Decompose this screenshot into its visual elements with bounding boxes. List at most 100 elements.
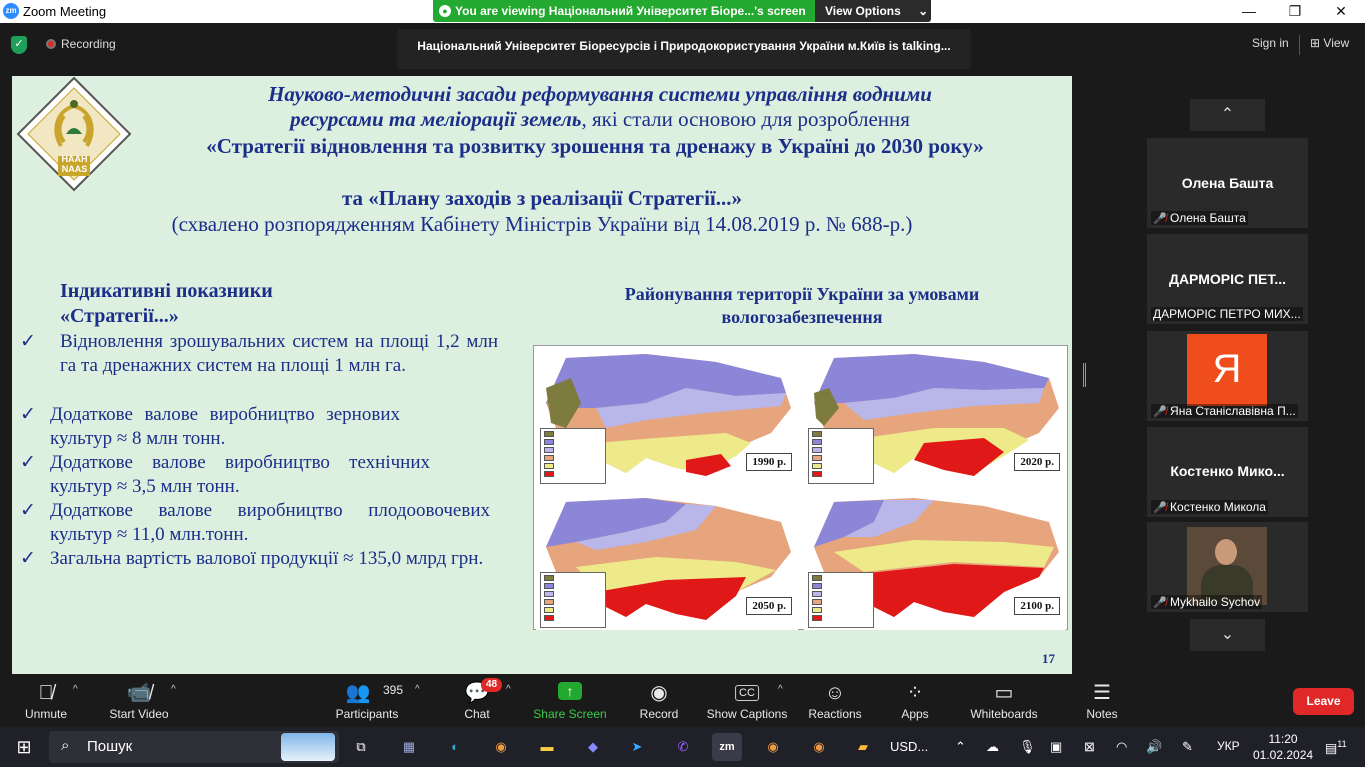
wifi-icon[interactable]: ◠ (1116, 739, 1127, 755)
onedrive-icon[interactable]: ☁ (986, 739, 999, 755)
participant-tile[interactable]: Олена Башта 🎤̸ Олена Башта (1147, 138, 1308, 228)
apps-button[interactable]: ⁘ Apps (895, 674, 935, 727)
pen-icon[interactable]: ✎ (1182, 739, 1193, 755)
title-line-1: Науково-методичні засади реформування си… (268, 82, 932, 106)
record-label: Record (639, 707, 679, 721)
map-2100: 2100 р. (804, 492, 1066, 630)
participant-name: Яна Станіславівна П... (1170, 404, 1296, 418)
chrome-profile-2-icon[interactable]: ◉ (804, 733, 834, 761)
notes-button[interactable]: ☰ Notes (1082, 674, 1122, 727)
bullet-item: ✓ Додаткове валове виробництво плодоовоче… (20, 499, 500, 547)
edge-icon[interactable]: ◐ (440, 733, 470, 761)
task-view-icon[interactable]: ⧉ (346, 733, 376, 761)
meeting-controls: 🎙̸ Unmute ^ 📹̸ Start Video ^ 👥 Participants… (0, 674, 1365, 727)
participants-options-caret[interactable]: ^ (415, 684, 420, 695)
zoom-taskbar-icon[interactable]: zm (712, 733, 742, 761)
mic-muted-icon: 🎤̸ (1153, 213, 1167, 225)
grid-icon: ⊞ (1310, 36, 1321, 50)
screen-share-tray-icon[interactable]: ▣ (1050, 739, 1062, 755)
close-button[interactable]: ✕ (1318, 0, 1364, 23)
chrome-icon[interactable]: ◉ (486, 733, 516, 761)
chevron-down-icon: ⌄ (918, 4, 929, 18)
participant-tile[interactable]: 🎤̸ Mykhailo Sychov (1147, 522, 1308, 612)
unmute-button[interactable]: 🎙̸ Unmute (18, 674, 74, 727)
reactions-button[interactable]: ☺ Reactions (806, 674, 864, 727)
map-legend (540, 572, 606, 628)
year-label: 1990 р. (746, 453, 792, 471)
maximize-button[interactable]: ❐ (1272, 0, 1318, 23)
chat-options-caret[interactable]: ^ (506, 684, 511, 695)
indicators-heading-text: Індикативні показники «Стратегії...» (60, 280, 273, 327)
chrome-profile-icon[interactable]: ◉ (758, 733, 788, 761)
window-title: Zoom Meeting (23, 4, 107, 19)
participant-tile[interactable]: Костенко Мико... 🎤̸ Костенко Микола (1147, 427, 1308, 517)
checkmark-icon: ✓ (20, 548, 36, 569)
tray-app-icon[interactable]: ⊠ (1084, 739, 1095, 755)
clock[interactable]: 11:20 01.02.2024 (1253, 731, 1313, 763)
unmute-label: Unmute (24, 707, 68, 721)
panel-resize-handle[interactable] (1083, 363, 1086, 387)
minimize-button[interactable]: — (1226, 0, 1272, 23)
participant-tile[interactable]: ДАРМОРІС ПЕТ... ДАРМОРІС ПЕТРО МИХ... (1147, 234, 1308, 324)
mic-muted-icon: 🎤̸ (1153, 502, 1167, 514)
recording-indicator[interactable]: Recording (46, 37, 116, 51)
time: 11:20 (1268, 732, 1298, 746)
checkmark-icon: ✓ (20, 500, 36, 521)
microphone-icon[interactable]: 🎙 (1019, 739, 1036, 755)
share-screen-icon: ↑ (558, 682, 582, 700)
participant-tile[interactable]: Я 🎤̸ Яна Станіславівна П... (1147, 331, 1308, 421)
language-indicator[interactable]: УКР (1217, 739, 1240, 753)
sign-in-link[interactable]: Sign in (1252, 36, 1289, 50)
chat-label: Chat (464, 707, 490, 721)
naas-logo-icon (16, 76, 132, 192)
checkmark-icon: ✓ (20, 404, 36, 425)
share-screen-button[interactable]: ↑ Share Screen (532, 674, 608, 727)
year-label: 2100 р. (1014, 597, 1060, 615)
video-options-caret[interactable]: ^ (171, 684, 176, 695)
participant-name: Костенко Микола (1170, 500, 1266, 514)
page-number: 17 (1042, 651, 1055, 666)
telegram-icon[interactable]: ➤ (622, 733, 652, 761)
scroll-down-button[interactable]: ⌄ (1190, 619, 1265, 651)
bullet-item: ✓ Додаткове валове виробництво зернових к… (20, 403, 500, 451)
avatar: Я (1187, 334, 1267, 406)
chevron-down-icon: ⌄ (1220, 626, 1235, 643)
chevron-up-icon: ⌃ (1220, 106, 1235, 123)
participant-label: 🎤̸ Олена Башта (1151, 211, 1248, 225)
screen-share-banner: ● You are viewing Національний Університ… (433, 0, 931, 22)
share-screen-label: Share Screen (533, 707, 607, 721)
participant-label: 🎤̸ Костенко Микола (1151, 500, 1268, 514)
scroll-up-button[interactable]: ⌃ (1190, 99, 1265, 131)
title-line-2a: ресурсами та меліорації земель (290, 107, 582, 131)
view-button[interactable]: ⊞ View (1310, 36, 1349, 50)
view-options-label: View Options (825, 4, 901, 18)
participant-label: 🎤̸ Яна Станіславівна П... (1151, 404, 1298, 418)
file-explorer-icon[interactable]: ▬ (532, 733, 562, 761)
stock-ticker[interactable]: USD... (890, 739, 928, 754)
view-options-button[interactable]: View Options ⌄ (815, 0, 931, 22)
mic-muted-icon: 🎤̸ (1153, 406, 1167, 418)
show-hidden-icons[interactable]: ⌃ (955, 739, 966, 755)
show-captions-button[interactable]: CC Show Captions (704, 674, 790, 727)
participant-display-name: Олена Башта (1181, 175, 1274, 191)
windows-start-icon[interactable]: ⊞ (9, 733, 39, 761)
volume-icon[interactable]: 🔊 (1146, 739, 1162, 755)
logo-text: НААН NAAS (52, 154, 97, 174)
bullet-item: ✓ Загальна вартість валової продукції ≈ 1… (20, 547, 500, 595)
notifications-icon[interactable]: ▤11 (1325, 739, 1347, 756)
copilot-icon[interactable]: ◆ (578, 733, 608, 761)
participants-button[interactable]: 👥 Participants (330, 674, 404, 727)
start-video-button[interactable]: 📹̸ Start Video (104, 674, 174, 727)
indicators-heading: Індикативні показники «Стратегії...» (60, 279, 350, 329)
whiteboards-button[interactable]: ▭ Whiteboards (966, 674, 1042, 727)
security-shield-icon[interactable]: ✓ (11, 36, 27, 54)
record-button[interactable]: ◉ Record (637, 674, 681, 727)
viber-icon[interactable]: ✆ (668, 733, 698, 761)
captions-options-caret[interactable]: ^ (778, 684, 783, 695)
mic-muted-icon: 🎤̸ (1153, 597, 1167, 609)
taskbar-search[interactable]: ⌕ Пошук (49, 731, 339, 763)
audio-options-caret[interactable]: ^ (73, 684, 78, 695)
recording-label: Recording (61, 37, 116, 51)
leave-button[interactable]: Leave (1293, 688, 1354, 715)
calculator-icon[interactable]: ▦ (394, 733, 424, 761)
